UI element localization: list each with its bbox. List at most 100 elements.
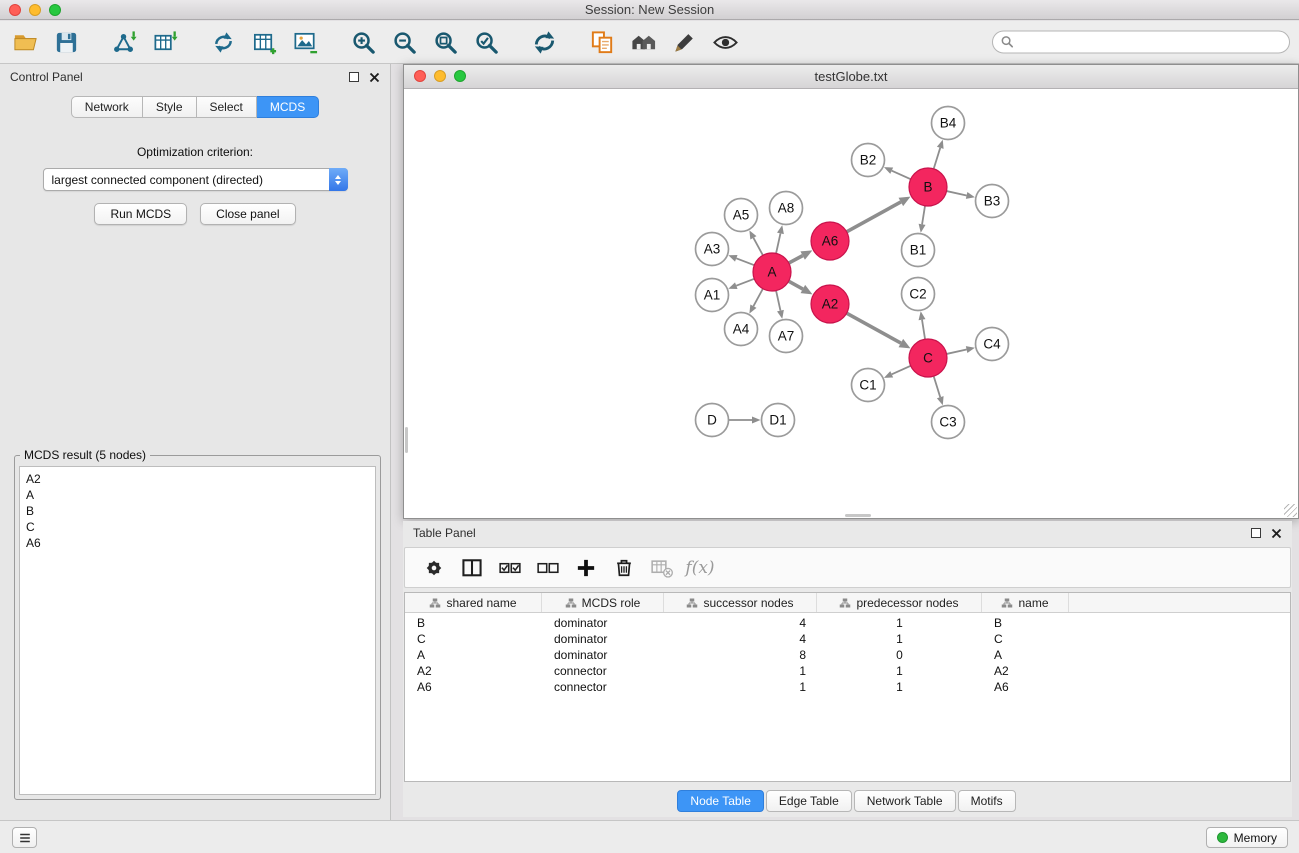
- criterion-dropdown[interactable]: largest connected component (directed): [43, 168, 348, 191]
- graph-edge-A6-B[interactable]: [847, 202, 901, 232]
- graph-edge-A-A5[interactable]: [753, 238, 763, 255]
- graph-node-C1[interactable]: C1: [852, 369, 885, 402]
- zoom-window-button[interactable]: [454, 70, 466, 82]
- resize-grip[interactable]: [1284, 504, 1297, 517]
- graph-edge-A-A7[interactable]: [776, 291, 780, 311]
- graph-edge-A-A1[interactable]: [736, 279, 754, 286]
- panel-menu-button[interactable]: [12, 827, 37, 848]
- tab-mcds[interactable]: MCDS: [257, 96, 319, 118]
- graph-edge-B-B1[interactable]: [922, 206, 925, 225]
- graph-node-B2[interactable]: B2: [852, 144, 885, 177]
- zoom-window-button[interactable]: [49, 4, 61, 16]
- zoom-selected-icon[interactable]: [471, 27, 501, 57]
- annotation-icon[interactable]: [669, 27, 699, 57]
- network-canvas[interactable]: B4B2BB3A5A8A6A3B1AA1C2A2A4A7C4CC1C3DD1: [404, 90, 1298, 518]
- graph-node-C3[interactable]: C3: [932, 406, 965, 439]
- float-panel-icon[interactable]: [1251, 528, 1261, 538]
- table-row[interactable]: Bdominator41B: [405, 615, 1290, 631]
- column-header-name[interactable]: name: [982, 593, 1069, 612]
- graph-node-A8[interactable]: A8: [770, 192, 803, 225]
- delete-row-icon[interactable]: [609, 554, 639, 582]
- import-network-icon[interactable]: [109, 27, 139, 57]
- graph-node-B1[interactable]: B1: [902, 234, 935, 267]
- graph-edge-A-A2[interactable]: [789, 281, 803, 289]
- new-table-icon[interactable]: [249, 27, 279, 57]
- zoom-fit-icon[interactable]: [430, 27, 460, 57]
- table-settings-icon[interactable]: [419, 554, 449, 582]
- graph-node-B4[interactable]: B4: [932, 107, 965, 140]
- export-image-icon[interactable]: [290, 27, 320, 57]
- graph-node-A[interactable]: A: [753, 253, 791, 291]
- mcds-result-item[interactable]: C: [26, 519, 369, 535]
- close-window-button[interactable]: [9, 4, 21, 16]
- new-network-icon[interactable]: [208, 27, 238, 57]
- search-input[interactable]: [992, 31, 1290, 54]
- graph-node-D[interactable]: D: [696, 404, 729, 437]
- mcds-result-item[interactable]: A6: [26, 535, 369, 551]
- vertical-scrollbar[interactable]: [405, 427, 408, 453]
- column-header-mcds-role[interactable]: MCDS role: [542, 593, 664, 612]
- zoom-out-icon[interactable]: [389, 27, 419, 57]
- zoom-in-icon[interactable]: [348, 27, 378, 57]
- deselect-all-icon[interactable]: [533, 554, 563, 582]
- delete-table-icon[interactable]: [647, 554, 677, 582]
- graph-edge-B-B2[interactable]: [892, 171, 911, 180]
- graph-node-B[interactable]: B: [909, 168, 947, 206]
- graph-node-A2[interactable]: A2: [811, 285, 849, 323]
- run-mcds-button[interactable]: Run MCDS: [94, 203, 187, 225]
- graph-node-C[interactable]: C: [909, 339, 947, 377]
- graph-node-B3[interactable]: B3: [976, 185, 1009, 218]
- graph-edge-C-C1[interactable]: [892, 366, 911, 375]
- network-graph[interactable]: B4B2BB3A5A8A6A3B1AA1C2A2A4A7C4CC1C3DD1: [404, 90, 1298, 518]
- table-row[interactable]: Cdominator41C: [405, 631, 1290, 647]
- close-panel-button[interactable]: Close panel: [200, 203, 295, 225]
- graph-edge-A-A4[interactable]: [753, 289, 763, 306]
- tab-network-table[interactable]: Network Table: [854, 790, 956, 812]
- graph-node-C2[interactable]: C2: [902, 278, 935, 311]
- float-panel-icon[interactable]: [349, 72, 359, 82]
- graph-edge-A-A8[interactable]: [776, 233, 780, 253]
- table-row[interactable]: Adominator80A: [405, 647, 1290, 663]
- graph-node-C4[interactable]: C4: [976, 328, 1009, 361]
- graph-node-A3[interactable]: A3: [696, 233, 729, 266]
- table-row[interactable]: A6connector11A6: [405, 679, 1290, 695]
- app-titlebar[interactable]: Session: New Session: [0, 0, 1299, 20]
- tab-style[interactable]: Style: [143, 96, 197, 118]
- graph-node-D1[interactable]: D1: [762, 404, 795, 437]
- tab-select[interactable]: Select: [197, 96, 257, 118]
- tab-edge-table[interactable]: Edge Table: [766, 790, 852, 812]
- mcds-result-item[interactable]: A2: [26, 471, 369, 487]
- graph-edge-C-C4[interactable]: [947, 350, 967, 354]
- mcds-result-list[interactable]: A2ABCA6: [19, 466, 376, 795]
- graph-edge-A-A6[interactable]: [789, 256, 803, 263]
- birdseye-icon[interactable]: [710, 27, 740, 57]
- graph-node-A7[interactable]: A7: [770, 320, 803, 353]
- tab-network[interactable]: Network: [71, 96, 143, 118]
- refresh-layout-icon[interactable]: [529, 27, 559, 57]
- graph-edge-C-C2[interactable]: [922, 320, 925, 340]
- open-session-icon[interactable]: [10, 27, 40, 57]
- memory-button[interactable]: Memory: [1206, 827, 1288, 848]
- graph-node-A5[interactable]: A5: [725, 199, 758, 232]
- close-panel-icon[interactable]: [1271, 528, 1282, 539]
- network-window-titlebar[interactable]: testGlobe.txt: [404, 65, 1298, 89]
- close-panel-icon[interactable]: [369, 72, 380, 83]
- graph-node-A6[interactable]: A6: [811, 222, 849, 260]
- graph-edge-C-C3[interactable]: [934, 376, 941, 397]
- graph-edge-A2-C[interactable]: [847, 313, 901, 343]
- first-neighbors-icon[interactable]: [587, 27, 617, 57]
- column-header-predecessor-nodes[interactable]: predecessor nodes: [817, 593, 982, 612]
- select-all-icon[interactable]: [495, 554, 525, 582]
- graph-edge-A-A3[interactable]: [736, 258, 754, 265]
- graph-edge-B-B3[interactable]: [947, 191, 967, 195]
- column-header-shared-name[interactable]: shared name: [405, 593, 542, 612]
- network-window[interactable]: testGlobe.txt B4B2BB3A5A8A6A3B1AA1C2A2A4…: [403, 64, 1299, 519]
- add-row-icon[interactable]: [571, 554, 601, 582]
- overview-icon[interactable]: [628, 27, 658, 57]
- close-window-button[interactable]: [414, 70, 426, 82]
- table-row[interactable]: A2connector11A2: [405, 663, 1290, 679]
- graph-node-A1[interactable]: A1: [696, 279, 729, 312]
- horizontal-scrollbar[interactable]: [845, 514, 871, 517]
- mcds-result-item[interactable]: B: [26, 503, 369, 519]
- tab-node-table[interactable]: Node Table: [677, 790, 764, 812]
